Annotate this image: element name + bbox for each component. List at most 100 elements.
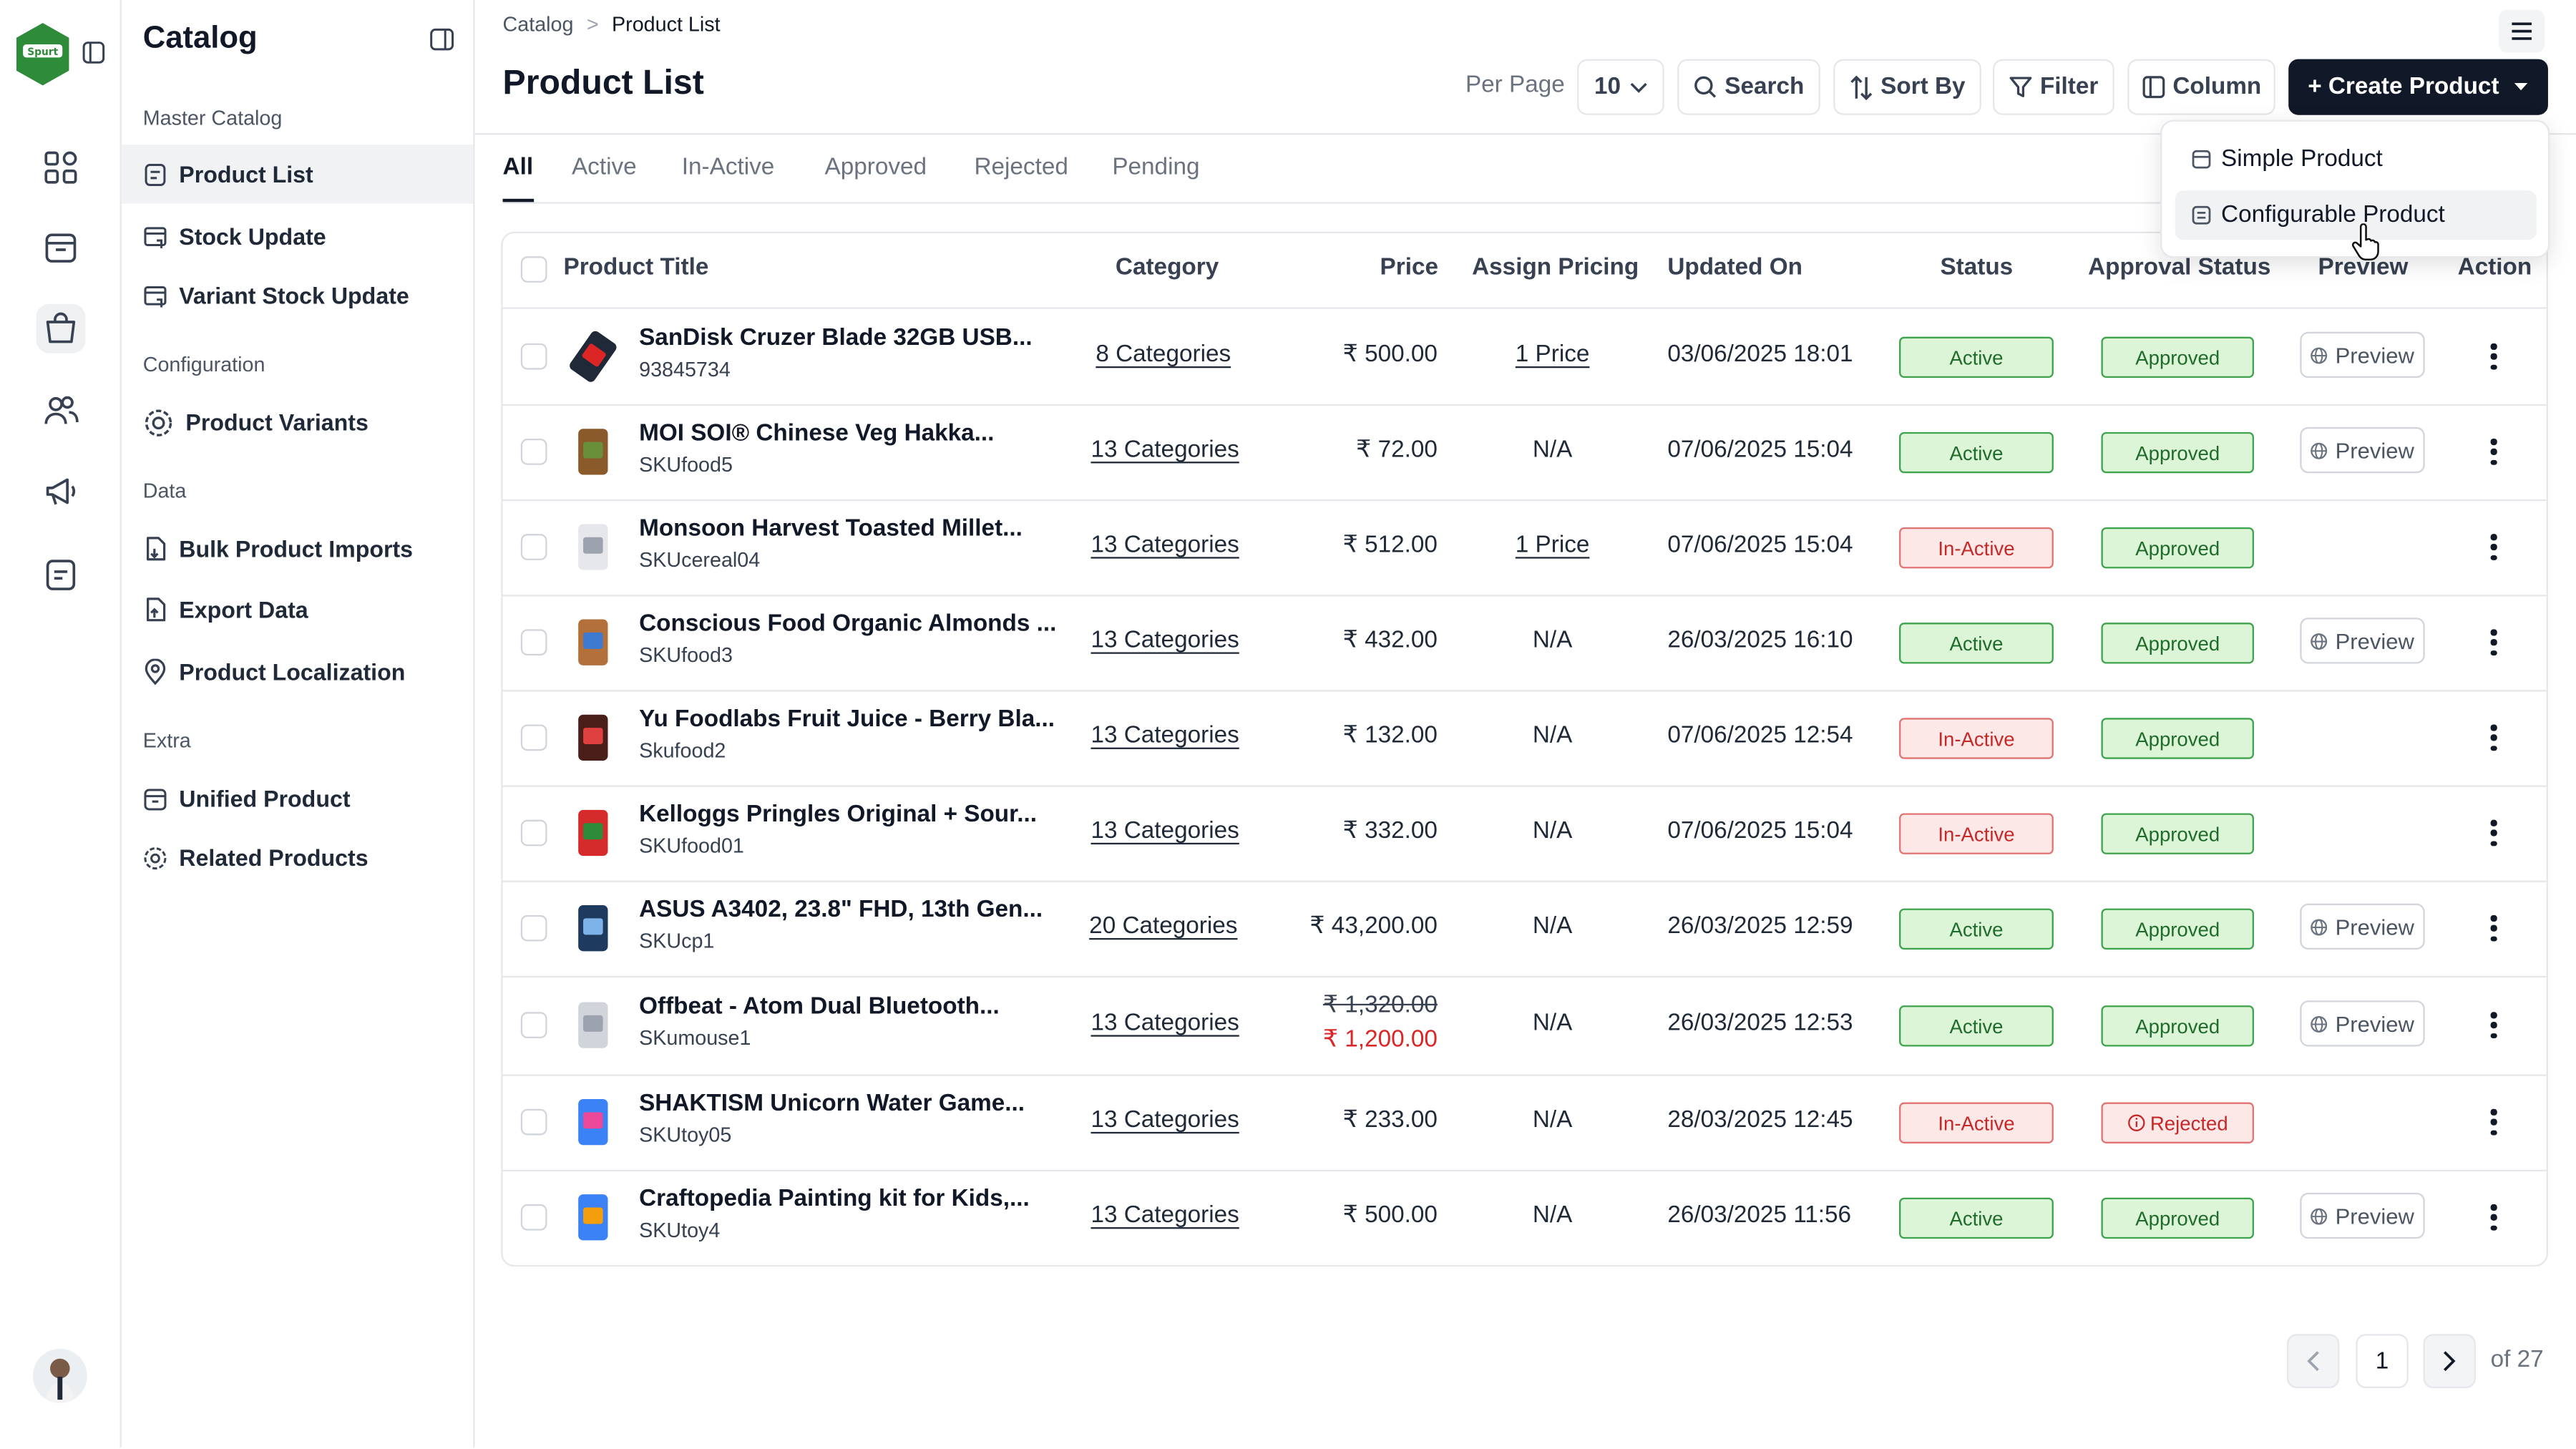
row-actions-icon[interactable] (2484, 1107, 2504, 1136)
column-button[interactable]: Column (2127, 59, 2275, 115)
row-checkbox[interactable] (520, 819, 547, 847)
row-checkbox[interactable] (520, 1204, 547, 1231)
orders-box-icon[interactable] (36, 223, 86, 273)
category-link[interactable]: 20 Categories (1089, 914, 1237, 940)
pagination-current-page[interactable]: 1 (2356, 1334, 2409, 1389)
search-button[interactable]: Search (1677, 59, 1820, 115)
product-title-link[interactable]: Monsoon Harvest Toasted Millet... (639, 516, 1066, 542)
marketing-megaphone-icon[interactable] (36, 467, 86, 516)
preview-button[interactable]: Preview (2300, 618, 2425, 664)
sidebar-item-export-data[interactable]: Export Data (122, 580, 473, 639)
assign-pricing-link[interactable]: 1 Price (1508, 532, 1597, 559)
product-title-link[interactable]: ASUS A3402, 23.8" FHD, 13th Gen... (639, 897, 1066, 924)
tab-all[interactable]: All (502, 155, 534, 203)
row-checkbox[interactable] (520, 343, 547, 370)
header-status[interactable]: Status (1940, 255, 2013, 281)
row-checkbox[interactable] (520, 914, 547, 942)
users-icon[interactable] (36, 386, 86, 436)
assign-pricing-value: N/A (1532, 436, 1573, 464)
menu-button[interactable] (2499, 9, 2545, 53)
pagination-next-button[interactable] (2423, 1334, 2476, 1389)
sidebar-item-unified-product[interactable]: Unified Product (122, 769, 473, 828)
header-approval-status[interactable]: Approval Status (2088, 255, 2270, 281)
row-divider (502, 1074, 2547, 1076)
row-checkbox[interactable] (520, 1012, 547, 1039)
sidebar-item-product-list[interactable]: Product List (121, 145, 474, 204)
row-actions-icon[interactable] (2484, 818, 2504, 847)
row-divider (502, 785, 2547, 787)
sidebar-collapse-icon[interactable] (429, 26, 455, 53)
sidebar-item-stock-update[interactable]: Stock Update (122, 207, 473, 266)
sort-by-button[interactable]: Sort By (1833, 59, 1981, 115)
category-link[interactable]: 13 Categories (1091, 437, 1239, 464)
sidebar-item-bulk-product-imports[interactable]: Bulk Product Imports (122, 519, 473, 579)
category-link[interactable]: 13 Categories (1091, 723, 1239, 749)
row-checkbox[interactable] (520, 534, 547, 560)
select-all-checkbox[interactable] (520, 256, 547, 283)
preview-button[interactable]: Preview (2300, 1192, 2425, 1239)
row-checkbox[interactable] (520, 439, 547, 465)
sidebar-item-related-products[interactable]: Related Products (122, 828, 473, 887)
assign-pricing-link[interactable]: 1 Price (1508, 342, 1597, 369)
breadcrumb: Catalog > Product List (503, 13, 721, 36)
row-checkbox[interactable] (520, 1108, 547, 1136)
user-avatar[interactable] (32, 1348, 87, 1403)
pagination-prev-button[interactable] (2286, 1334, 2340, 1389)
header-product-title[interactable]: Product Title (563, 255, 708, 281)
tab-rejected[interactable]: Rejected (974, 155, 1068, 203)
row-actions-icon[interactable] (2484, 723, 2504, 752)
row-actions-icon[interactable] (2484, 628, 2504, 657)
header-assign-pricing[interactable]: Assign Pricing (1472, 255, 1639, 281)
updated-on: 03/06/2025 18:01 (1667, 341, 1853, 369)
row-checkbox[interactable] (520, 629, 547, 656)
product-title-link[interactable]: SHAKTISM Unicorn Water Game... (639, 1091, 1066, 1117)
row-actions-icon[interactable] (2484, 1010, 2504, 1040)
content-page-icon[interactable] (36, 550, 86, 600)
filter-button[interactable]: Filter (1992, 59, 2114, 115)
category-link[interactable]: 13 Categories (1091, 1203, 1239, 1229)
spurt-logo-icon[interactable]: Spurt (13, 21, 72, 87)
sidebar-item-product-localization[interactable]: Product Localization (122, 643, 473, 702)
category-link[interactable]: 8 Categories (1096, 342, 1231, 369)
header-category[interactable]: Category (1116, 255, 1219, 281)
preview-button[interactable]: Preview (2300, 331, 2425, 379)
product-title-link[interactable]: MOI SOI® Chinese Veg Hakka... (639, 421, 1066, 447)
breadcrumb-root[interactable]: Catalog (503, 13, 574, 36)
tab-in-active[interactable]: In-Active (682, 155, 775, 203)
product-title-link[interactable]: Yu Foodlabs Fruit Juice - Berry Bla... (639, 706, 1066, 733)
product-title-link[interactable]: Conscious Food Organic Almonds ... (639, 611, 1066, 638)
product-title-link[interactable]: Craftopedia Painting kit for Kids,... (639, 1186, 1066, 1213)
category-link[interactable]: 13 Categories (1091, 532, 1239, 559)
create-product-button[interactable]: + Create Product (2288, 59, 2548, 115)
sidebar-item-product-variants[interactable]: Product Variants (122, 393, 473, 452)
preview-button[interactable]: Preview (2300, 903, 2425, 950)
category-link[interactable]: 13 Categories (1091, 1107, 1239, 1133)
approval-status-badge: Approved (2101, 1005, 2254, 1047)
product-title-link[interactable]: Kelloggs Pringles Original + Sour... (639, 801, 1066, 828)
preview-button[interactable]: Preview (2300, 426, 2425, 474)
catalog-bag-icon[interactable] (36, 303, 86, 353)
tab-active[interactable]: Active (572, 155, 637, 203)
dashboard-icon[interactable] (36, 143, 86, 192)
updated-on: 26/03/2025 16:10 (1667, 628, 1853, 654)
row-checkbox[interactable] (520, 724, 547, 751)
preview-button[interactable]: Preview (2300, 1000, 2425, 1047)
category-link[interactable]: 13 Categories (1091, 628, 1239, 654)
product-title-link[interactable]: Offbeat - Atom Dual Bluetooth... (639, 994, 1066, 1020)
header-updated-on[interactable]: Updated On (1667, 255, 1802, 281)
sidebar-item-variant-stock-update[interactable]: Variant Stock Update (122, 266, 473, 326)
product-title-link[interactable]: SanDisk Cruzer Blade 32GB USB... (639, 326, 1066, 352)
row-actions-icon[interactable] (2484, 342, 2504, 371)
row-actions-icon[interactable] (2484, 532, 2504, 562)
category-link[interactable]: 13 Categories (1091, 818, 1239, 844)
tab-pending[interactable]: Pending (1112, 155, 1199, 203)
menu-item-simple-product[interactable]: Simple Product (2175, 135, 2537, 184)
per-page-select[interactable]: 10 (1577, 59, 1664, 115)
header-price[interactable]: Price (1380, 255, 1438, 281)
category-link[interactable]: 13 Categories (1091, 1010, 1239, 1037)
row-actions-icon[interactable] (2484, 1203, 2504, 1232)
row-actions-icon[interactable] (2484, 914, 2504, 943)
row-actions-icon[interactable] (2484, 437, 2504, 467)
tab-approved[interactable]: Approved (825, 155, 927, 203)
panel-toggle-icon[interactable] (82, 41, 105, 64)
